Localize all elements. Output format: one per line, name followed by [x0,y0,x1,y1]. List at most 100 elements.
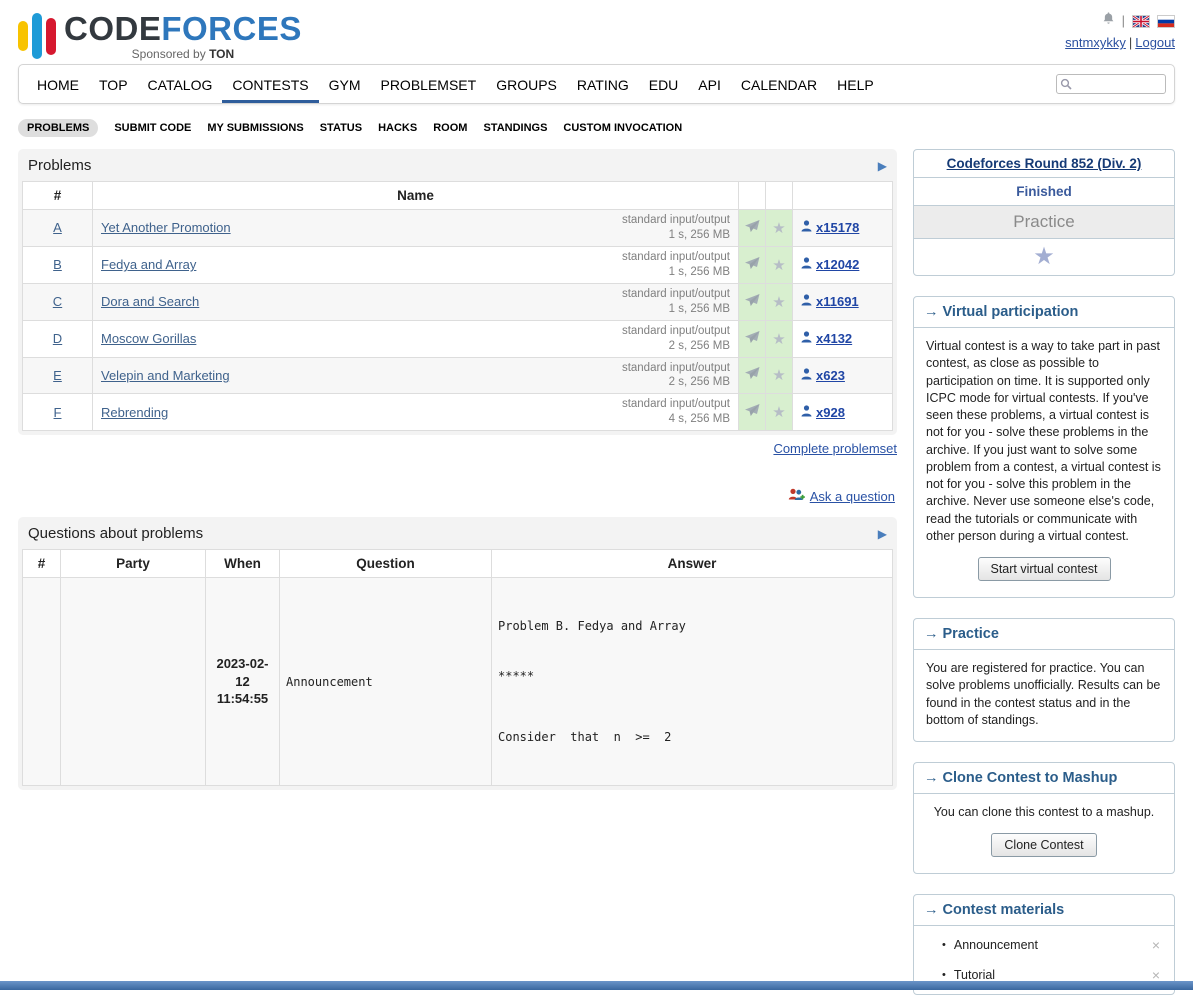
col-header-q-number: # [23,550,61,578]
main-nav-item[interactable]: TOP [89,65,138,103]
col-header-when: When [206,550,280,578]
ask-question-row: Ask a question [18,488,895,505]
main-nav-item[interactable]: RATING [567,65,639,103]
contest-title-link[interactable]: Codeforces Round 852 (Div. 2) [947,156,1142,171]
sponsored-prefix: Sponsored by [132,47,209,61]
problem-letter-link[interactable]: C [53,294,62,309]
contest-favorite-star-icon[interactable]: ★ [914,239,1174,275]
logo-wordmark: CODEFORCES [64,10,302,47]
answer-line: ***** [498,668,886,685]
subnav-item[interactable]: SUBMIT CODE [114,119,191,137]
problem-title-link[interactable]: Fedya and Array [101,257,196,272]
submit-paper-plane-icon[interactable] [745,257,760,270]
problem-io-type: standard input/output [622,250,730,265]
problem-title-link[interactable]: Rebrending [101,405,168,420]
question-date: 2023-02-12 [212,655,273,690]
separator: | [1129,35,1132,50]
codeforces-logo[interactable]: CODEFORCES Sponsored by TON [18,10,302,62]
main-nav-item[interactable]: CATALOG [138,65,223,103]
contest-subnav: PROBLEMS SUBMIT CODE MY SUBMISSIONS STATUS H… [18,119,1175,137]
favorite-star-icon[interactable]: ★ [772,294,785,311]
main-nav-item[interactable]: API [688,65,731,103]
problem-row: F Rebrending standard input/output 4 s, … [23,394,893,431]
main-nav: HOMETOPCATALOGCONTESTSGYMPROBLEMSETGROUP… [18,64,1175,104]
problem-name-cell: Rebrending standard input/output 4 s, 25… [101,397,730,427]
main-nav-item[interactable]: CALENDAR [731,65,827,103]
problem-letter-link[interactable]: D [53,331,62,346]
subnav-item[interactable]: STANDINGS [483,119,547,137]
questions-title: Questions about problems [28,525,203,542]
favorite-star-icon[interactable]: ★ [772,367,785,384]
problem-title-link[interactable]: Moscow Gorillas [101,331,196,346]
problem-row: D Moscow Gorillas standard input/output … [23,320,893,357]
close-icon[interactable]: × [1150,937,1162,953]
main-nav-item[interactable]: PROBLEMSET [370,65,486,103]
submit-paper-plane-icon[interactable] [745,331,760,344]
favorite-star-icon[interactable]: ★ [772,331,785,348]
main-nav-item[interactable]: GYM [319,65,371,103]
answer-line: Problem B. Fedya and Array [498,618,886,635]
subnav-item[interactable]: PROBLEMS [18,119,98,137]
solved-count-link[interactable]: x928 [816,405,845,420]
problem-title-link[interactable]: Yet Another Promotion [101,220,231,235]
problem-name-cell: Fedya and Array standard input/output 1 … [101,250,730,280]
problem-letter-link[interactable]: E [53,368,62,383]
section-arrow-icon: → [924,902,939,918]
main-nav-item[interactable]: HOME [27,65,89,103]
favorite-star-icon[interactable]: ★ [772,257,785,274]
subnav-item[interactable]: STATUS [320,119,362,137]
submit-paper-plane-icon[interactable] [745,367,760,380]
problem-time-memory: 1 s, 256 MB [622,302,730,317]
problem-io-type: standard input/output [622,287,730,302]
contest-status: Finished [914,178,1174,206]
solved-count-link[interactable]: x12042 [816,257,859,272]
logo-sponsored: Sponsored by TON [64,47,302,61]
expand-arrow-icon[interactable]: ▶ [878,527,887,541]
main-nav-item[interactable]: CONTESTS [222,65,318,103]
virtual-participation-box: →Virtual participation Virtual contest i… [913,296,1175,598]
solved-count-link[interactable]: x11691 [816,294,859,309]
solved-count-cell: x12042 [801,257,886,272]
logo-bar-red [46,18,56,55]
search-input[interactable] [1056,74,1166,94]
problem-title-link[interactable]: Velepin and Marketing [101,368,230,383]
logout-link[interactable]: Logout [1135,35,1175,50]
notifications-bell-icon[interactable] [1102,10,1115,32]
expand-arrow-icon[interactable]: ▶ [878,159,887,173]
main-nav-item[interactable]: HELP [827,65,884,103]
contest-material-link[interactable]: Tutorial [954,968,1150,982]
problem-io-type: standard input/output [622,213,730,228]
submit-paper-plane-icon[interactable] [745,404,760,417]
subnav-item[interactable]: CUSTOM INVOCATION [563,119,682,137]
contest-material-link[interactable]: Announcement [954,938,1150,952]
username-link[interactable]: sntmxykky [1065,35,1126,50]
practice-box: →Practice You are registered for practic… [913,618,1175,742]
clone-contest-button[interactable]: Clone Contest [991,833,1096,857]
problem-letter-link[interactable]: A [53,220,62,235]
virtual-participation-text: Virtual contest is a way to take part in… [926,339,1161,543]
problem-letter-link[interactable]: B [53,257,62,272]
problem-title-link[interactable]: Dora and Search [101,294,199,309]
submit-paper-plane-icon[interactable] [745,294,760,307]
subnav-item[interactable]: HACKS [378,119,417,137]
submit-paper-plane-icon[interactable] [745,220,760,233]
problem-letter-link[interactable]: F [54,405,62,420]
ask-question-link[interactable]: Ask a question [810,489,895,504]
main-nav-item[interactable]: EDU [639,65,689,103]
favorite-star-icon[interactable]: ★ [772,404,785,421]
flag-russian-icon[interactable] [1157,15,1175,28]
solved-count-link[interactable]: x4132 [816,331,852,346]
complete-problemset-link[interactable]: Complete problemset [773,441,897,456]
solved-count-link[interactable]: x15178 [816,220,859,235]
flag-english-icon[interactable] [1132,15,1150,28]
favorite-star-icon[interactable]: ★ [772,220,785,237]
subnav-item[interactable]: MY SUBMISSIONS [207,119,303,137]
problem-limits-block: standard input/output 2 s, 256 MB [622,361,730,391]
page: CODEFORCES Sponsored by TON | sntmxykky|… [0,0,1193,995]
problem-limits-block: standard input/output 1 s, 256 MB [622,250,730,280]
subnav-item[interactable]: ROOM [433,119,467,137]
language-row: | [1065,10,1175,32]
main-nav-item[interactable]: GROUPS [486,65,567,103]
start-virtual-contest-button[interactable]: Start virtual contest [978,557,1111,581]
solved-count-link[interactable]: x623 [816,368,845,383]
